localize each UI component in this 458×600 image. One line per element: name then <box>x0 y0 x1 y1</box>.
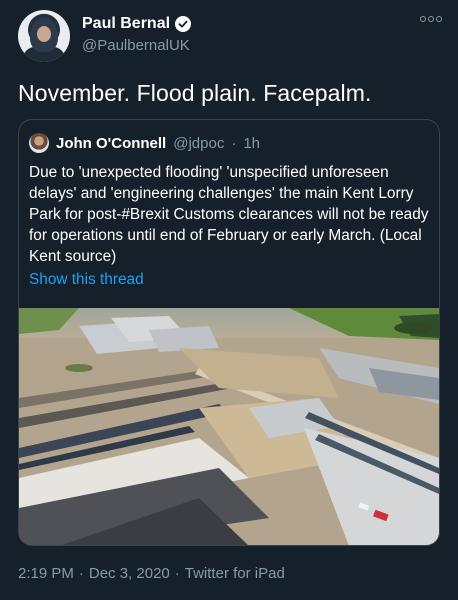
quoted-time: 1h <box>243 134 261 152</box>
tweet-meta: 2:19 PM · Dec 3, 2020 · Twitter for iPad <box>18 565 285 582</box>
author-name-row[interactable]: Paul Bernal <box>82 14 192 34</box>
author-handle[interactable]: @PaulbernalUK <box>82 37 190 54</box>
tweet-time[interactable]: 2:19 PM <box>18 565 74 582</box>
quoted-author-name: John O'Connell <box>56 134 167 152</box>
quoted-separator: · <box>231 134 237 152</box>
author-avatar[interactable] <box>18 10 70 62</box>
tweet-header: Paul Bernal @PaulbernalUK <box>18 8 442 68</box>
tweet-date[interactable]: Dec 3, 2020 <box>89 565 170 582</box>
quoted-author-avatar <box>29 133 49 153</box>
more-options-icon[interactable] <box>420 12 442 26</box>
meta-separator: · <box>174 565 180 582</box>
verified-badge-icon <box>175 16 192 32</box>
tweet-source[interactable]: Twitter for iPad <box>185 565 285 582</box>
show-thread-link[interactable]: Show this thread <box>29 271 144 289</box>
quoted-tweet-header: John O'Connell @jdpoc · 1h <box>29 132 260 154</box>
meta-separator: · <box>78 565 84 582</box>
quoted-tweet[interactable]: John O'Connell @jdpoc · 1h Due to 'unexp… <box>18 119 440 546</box>
tweet-text: November. Flood plain. Facepalm. <box>18 80 372 106</box>
quoted-tweet-text: Due to 'unexpected flooding' 'unspecifie… <box>29 164 429 265</box>
author-name[interactable]: Paul Bernal <box>82 15 170 33</box>
quoted-author-handle: @jdpoc <box>173 134 225 152</box>
aerial-photo-lorry-park[interactable] <box>19 308 439 546</box>
